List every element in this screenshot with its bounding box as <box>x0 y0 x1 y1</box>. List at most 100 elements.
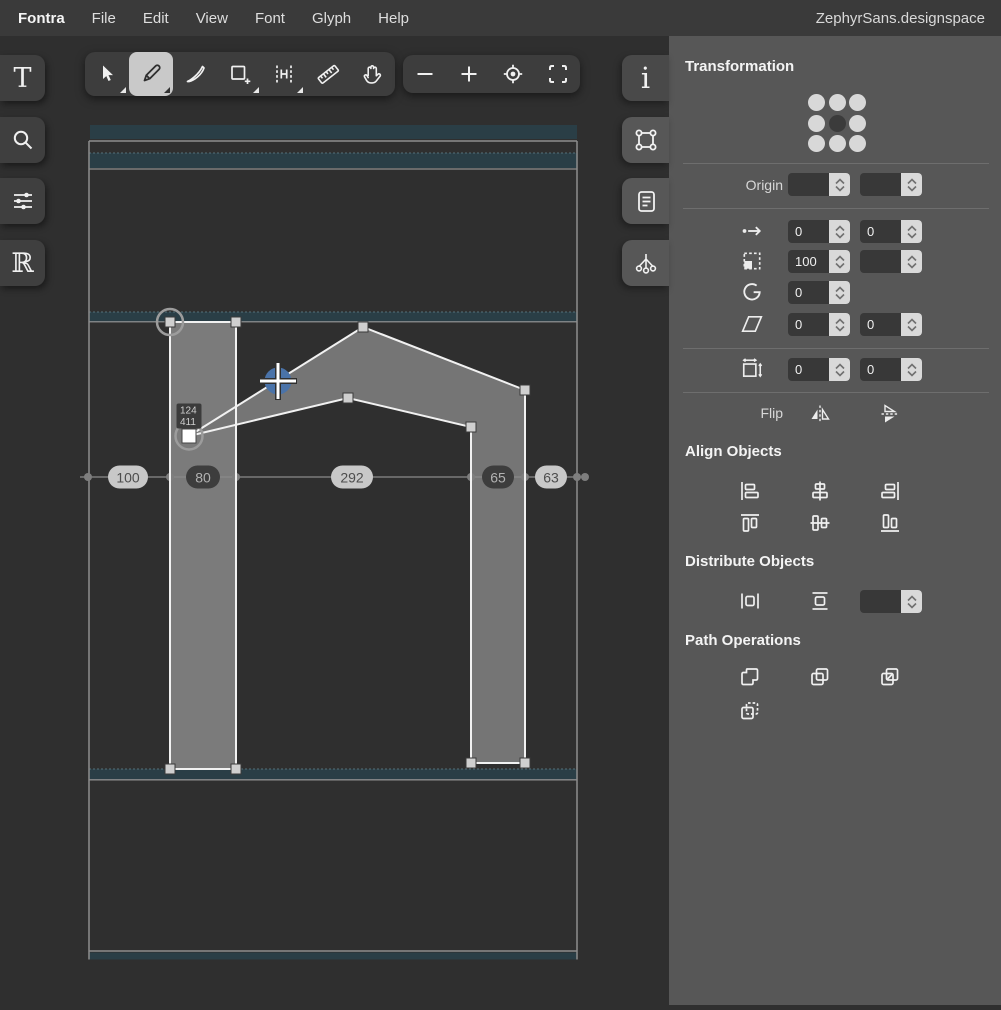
menu-font[interactable]: Font <box>255 10 285 27</box>
align-center-horizontal-button[interactable] <box>808 479 832 503</box>
menu-edit[interactable]: Edit <box>143 10 169 27</box>
pen-tool[interactable] <box>129 52 174 96</box>
move-y-input[interactable]: 0 <box>860 220 922 243</box>
width-value[interactable]: 0 <box>788 358 829 381</box>
distribute-vertical-button[interactable] <box>808 589 832 613</box>
align-top-button[interactable] <box>738 511 762 535</box>
distribute-stepper[interactable] <box>901 590 922 613</box>
glyph-canvas-svg[interactable]: 100 80 292 65 63 124 411 <box>0 36 669 1005</box>
scale-y-input[interactable] <box>860 250 922 273</box>
selected-node[interactable] <box>181 428 197 444</box>
zoom-fit-selection-button[interactable] <box>491 55 535 93</box>
align-bottom-button[interactable] <box>878 511 902 535</box>
origin-x-input[interactable] <box>788 173 850 196</box>
origin-x-stepper[interactable] <box>829 173 850 196</box>
sidebar-tab-text-entry[interactable]: T <box>0 55 45 101</box>
move-x-value[interactable]: 0 <box>788 220 829 243</box>
exclude-button[interactable] <box>738 699 762 723</box>
flip-vertical-button[interactable] <box>878 402 902 426</box>
pointer-tool[interactable] <box>85 52 129 96</box>
glyph-editor-canvas[interactable]: 100 80 292 65 63 124 411 T ℝ <box>0 36 669 1005</box>
node[interactable] <box>465 757 477 769</box>
origin-y-input[interactable] <box>860 173 922 196</box>
metrics-tool[interactable] <box>262 52 306 96</box>
node[interactable] <box>519 384 531 396</box>
scale-x-input[interactable]: 100 <box>788 250 850 273</box>
origin-dot-top-center[interactable] <box>828 94 846 111</box>
rotation-value[interactable]: 0 <box>788 281 829 304</box>
skew-x-stepper[interactable] <box>829 313 850 336</box>
stepper-chevrons-icon <box>834 317 845 332</box>
distribute-value[interactable] <box>860 590 901 613</box>
sidebar-tab-glyph-search[interactable] <box>0 117 45 163</box>
node[interactable] <box>164 763 176 775</box>
skew-x-value[interactable]: 0 <box>788 313 829 336</box>
subtract-button[interactable] <box>808 665 832 689</box>
node[interactable] <box>342 392 354 404</box>
origin-dot-bottom-center[interactable] <box>828 135 846 152</box>
height-stepper[interactable] <box>901 358 922 381</box>
intersect-button[interactable] <box>878 665 902 689</box>
align-objects-title: Align Objects <box>685 443 782 460</box>
align-middle-vertical-button[interactable] <box>808 511 832 535</box>
menu-fontra[interactable]: Fontra <box>18 10 65 27</box>
move-x-input[interactable]: 0 <box>788 220 850 243</box>
origin-x-value[interactable] <box>788 173 829 196</box>
rotation-stepper[interactable] <box>829 281 850 304</box>
scale-y-value[interactable] <box>860 250 901 273</box>
origin-dot-top-left[interactable] <box>808 94 825 111</box>
sidebar-tab-designspace-axes[interactable] <box>0 178 45 224</box>
origin-dot-center[interactable] <box>828 114 846 132</box>
node[interactable] <box>230 316 242 328</box>
hand-tool[interactable] <box>350 52 394 96</box>
skew-y-input[interactable]: 0 <box>860 313 922 336</box>
menu-file[interactable]: File <box>92 10 116 27</box>
zoom-out-button[interactable] <box>403 55 447 93</box>
menu-glyph[interactable]: Glyph <box>312 10 351 27</box>
origin-dot-top-right[interactable] <box>849 94 866 111</box>
zoom-in-button[interactable] <box>447 55 491 93</box>
align-left-button[interactable] <box>738 479 762 503</box>
sidebar-tab-related-glyphs[interactable] <box>622 240 669 286</box>
height-input[interactable]: 0 <box>860 358 922 381</box>
node[interactable] <box>465 421 477 433</box>
measure-tool[interactable] <box>306 52 350 96</box>
sidebar-tab-glyph-notes[interactable] <box>622 178 669 224</box>
flip-horizontal-button[interactable] <box>808 402 832 426</box>
shape-tool[interactable] <box>218 52 262 96</box>
move-x-stepper[interactable] <box>829 220 850 243</box>
menu-help[interactable]: Help <box>378 10 409 27</box>
knife-tool[interactable] <box>173 52 217 96</box>
node[interactable] <box>357 321 369 333</box>
skew-y-stepper[interactable] <box>901 313 922 336</box>
menu-view[interactable]: View <box>196 10 228 27</box>
skew-y-value[interactable]: 0 <box>860 313 901 336</box>
width-stepper[interactable] <box>829 358 850 381</box>
move-y-value[interactable]: 0 <box>860 220 901 243</box>
align-right-button[interactable] <box>878 479 902 503</box>
height-value[interactable]: 0 <box>860 358 901 381</box>
move-y-stepper[interactable] <box>901 220 922 243</box>
union-button[interactable] <box>738 665 762 689</box>
origin-dot-bottom-right[interactable] <box>849 135 866 152</box>
distribute-value-input[interactable] <box>860 590 922 613</box>
origin-dot-middle-left[interactable] <box>808 114 825 132</box>
node[interactable] <box>519 757 531 769</box>
node[interactable] <box>230 763 242 775</box>
scale-x-stepper[interactable] <box>829 250 850 273</box>
scale-x-value[interactable]: 100 <box>788 250 829 273</box>
skew-x-input[interactable]: 0 <box>788 313 850 336</box>
sidebar-tab-reference-font[interactable]: ℝ <box>0 240 45 286</box>
zoom-frame-button[interactable] <box>536 55 580 93</box>
distribute-horizontal-button[interactable] <box>738 589 762 613</box>
rotation-input[interactable]: 0 <box>788 281 850 304</box>
origin-y-value[interactable] <box>860 173 901 196</box>
origin-dot-middle-right[interactable] <box>849 114 866 132</box>
sidebar-tab-transformation[interactable] <box>622 117 669 163</box>
width-input[interactable]: 0 <box>788 358 850 381</box>
origin-dot-bottom-left[interactable] <box>808 135 825 152</box>
scale-y-stepper[interactable] <box>901 250 922 273</box>
node[interactable] <box>164 316 176 328</box>
sidebar-tab-selection-info[interactable]: i <box>622 55 669 101</box>
origin-y-stepper[interactable] <box>901 173 922 196</box>
